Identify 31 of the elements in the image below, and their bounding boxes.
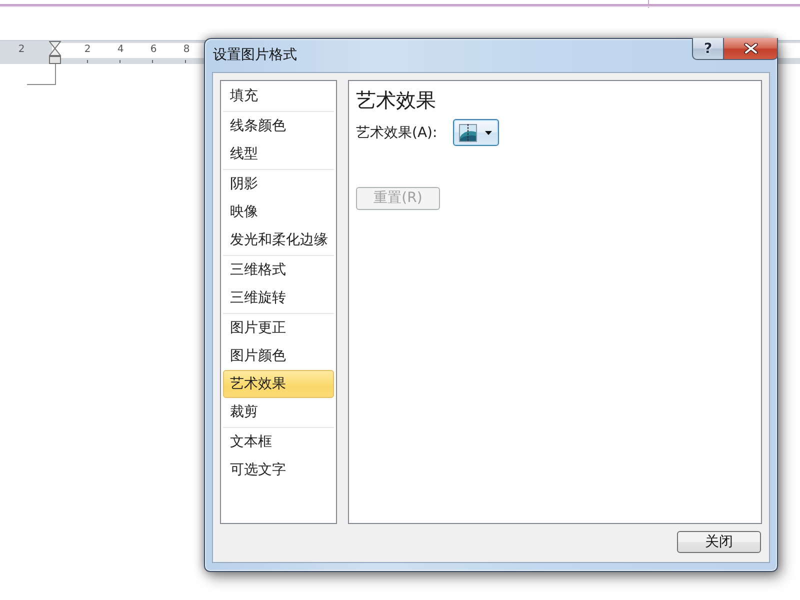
dialog-title: 设置图片格式 — [212, 46, 297, 65]
ruler-number: 4 — [117, 44, 124, 56]
margin-corner-icon — [27, 64, 56, 85]
category-item[interactable]: 映像 — [223, 198, 334, 226]
effect-label: 艺术效果(A): — [356, 124, 438, 142]
close-dialog-button[interactable]: 关闭 — [677, 531, 761, 553]
image-thumbnail-icon — [459, 124, 477, 142]
ruler-number: 6 — [150, 44, 157, 56]
category-item[interactable]: 艺术效果 — [223, 370, 334, 398]
category-item[interactable]: 可选文字 — [223, 456, 334, 484]
category-item[interactable]: 线条颜色 — [223, 112, 334, 140]
help-button[interactable]: ? — [692, 38, 723, 60]
category-item[interactable]: 图片更正 — [223, 314, 334, 342]
category-item[interactable]: 发光和柔化边缘 — [223, 226, 334, 254]
category-item[interactable]: 填充 — [223, 82, 334, 110]
category-item[interactable]: 三维格式 — [223, 256, 334, 284]
caret-icon — [485, 130, 492, 134]
close-button[interactable] — [723, 38, 778, 60]
indent-marker-icon[interactable] — [48, 41, 60, 64]
category-item[interactable]: 阴影 — [223, 170, 334, 198]
category-item[interactable]: 图片颜色 — [223, 342, 334, 370]
ruler-number: 8 — [183, 44, 190, 56]
category-item[interactable]: 裁剪 — [223, 398, 334, 426]
ruler-number: 2 — [18, 44, 25, 56]
art-effect-dropdown[interactable] — [453, 119, 499, 146]
panel-heading: 艺术效果 — [356, 88, 436, 112]
category-item[interactable]: 三维旋转 — [223, 284, 334, 312]
ruler-number: 2 — [84, 44, 91, 56]
close-icon — [744, 43, 758, 54]
category-item[interactable]: 文本框 — [223, 428, 334, 456]
category-item[interactable]: 线型 — [223, 140, 334, 168]
